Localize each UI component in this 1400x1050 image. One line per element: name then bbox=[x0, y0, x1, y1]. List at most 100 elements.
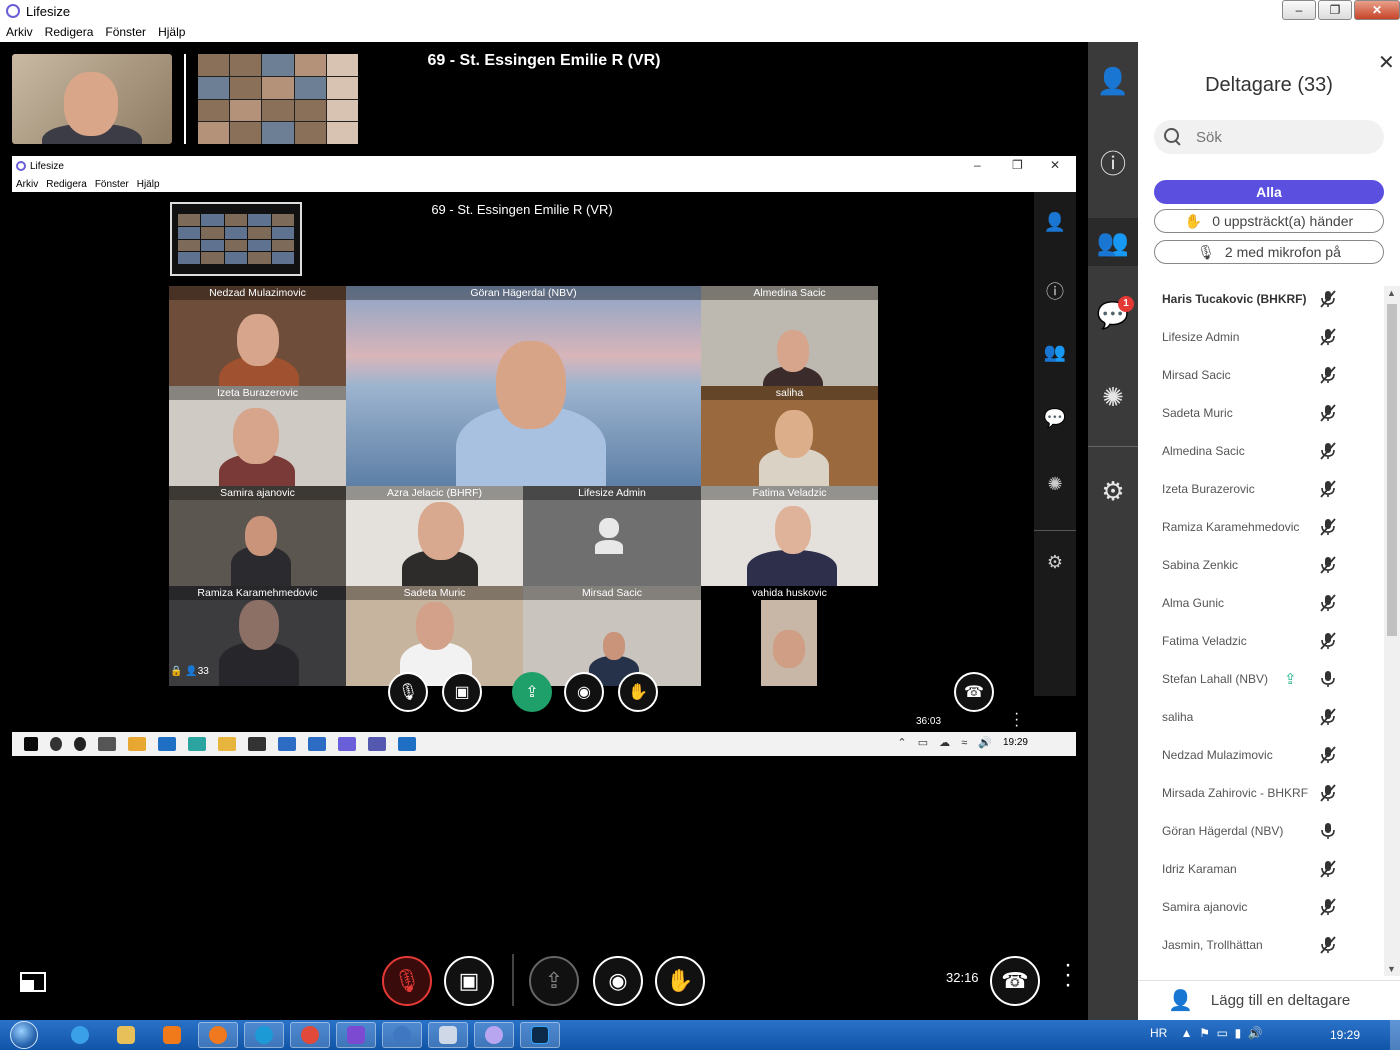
self-view[interactable] bbox=[12, 54, 172, 144]
mic-muted-icon[interactable] bbox=[1318, 403, 1338, 423]
effects-icon[interactable]: ✺ bbox=[1088, 382, 1138, 413]
shared-chrome-icon bbox=[128, 737, 146, 751]
video-tile[interactable]: saliha bbox=[701, 386, 878, 486]
close-panel-icon[interactable]: ✕ bbox=[1378, 50, 1395, 75]
mute-mic-button[interactable]: 🎙 bbox=[382, 956, 432, 1006]
participant-row[interactable]: Sadeta Muric bbox=[1138, 394, 1384, 432]
exit-fullscreen-icon[interactable] bbox=[20, 972, 46, 992]
mic-muted-icon[interactable] bbox=[1318, 859, 1338, 879]
taskbar-firefox[interactable] bbox=[198, 1022, 238, 1048]
taskbar-photoshop[interactable] bbox=[520, 1022, 560, 1048]
menu-fonster[interactable]: Fönster bbox=[105, 25, 146, 39]
participant-row[interactable]: Izeta Burazerovic bbox=[1138, 470, 1384, 508]
participant-row[interactable]: Fatima Veladzic bbox=[1138, 622, 1384, 660]
menu-hjalp[interactable]: Hjälp bbox=[158, 25, 185, 39]
participant-scrollbar[interactable]: ▲ ▼ bbox=[1384, 286, 1400, 976]
taskbar-save[interactable] bbox=[336, 1022, 376, 1048]
search-box[interactable] bbox=[1154, 120, 1384, 154]
minimize-button[interactable]: – bbox=[1282, 0, 1316, 20]
share-screen-button[interactable]: ⇪ bbox=[529, 956, 579, 1006]
participant-row[interactable]: saliha bbox=[1138, 698, 1384, 736]
video-tile-active-speaker[interactable]: Göran Hägerdal (NBV) bbox=[346, 286, 701, 486]
participant-row[interactable]: Jasmin, Trollhättan bbox=[1138, 926, 1384, 964]
filter-mic-on-button[interactable]: 🎙 2 med mikrofon på bbox=[1154, 240, 1384, 264]
camera-button[interactable]: ▣ bbox=[444, 956, 494, 1006]
taskbar-clock[interactable]: 19:29 bbox=[1330, 1028, 1360, 1042]
raise-hand-button[interactable]: ✋ bbox=[655, 956, 705, 1006]
participant-row[interactable]: Sabina Zenkic bbox=[1138, 546, 1384, 584]
start-button[interactable] bbox=[6, 1020, 42, 1050]
mic-muted-icon[interactable] bbox=[1318, 745, 1338, 765]
mic-muted-icon[interactable] bbox=[1318, 631, 1338, 651]
mic-muted-icon[interactable] bbox=[1318, 479, 1338, 499]
gallery-thumbnail[interactable] bbox=[198, 54, 358, 144]
participant-row[interactable]: Stefan Lahall (NBV) ⇪ bbox=[1138, 660, 1384, 698]
add-person-icon[interactable]: 👤 bbox=[1088, 66, 1138, 97]
participant-row[interactable]: Göran Hägerdal (NBV) bbox=[1138, 812, 1384, 850]
menu-redigera[interactable]: Redigera bbox=[45, 25, 94, 39]
menu-arkiv[interactable]: Arkiv bbox=[6, 25, 33, 39]
scroll-down-icon[interactable]: ▼ bbox=[1387, 964, 1396, 974]
record-button[interactable]: ◉ bbox=[593, 956, 643, 1006]
participant-row[interactable]: Haris Tucakovic (BHKRF) bbox=[1138, 280, 1384, 318]
taskbar-lifesize[interactable] bbox=[474, 1022, 514, 1048]
filter-all-button[interactable]: Alla bbox=[1154, 180, 1384, 204]
scroll-up-icon[interactable]: ▲ bbox=[1387, 288, 1396, 298]
filter-raised-hands-button[interactable]: ✋ 0 uppsträckt(a) händer bbox=[1154, 209, 1384, 233]
mic-muted-icon[interactable] bbox=[1318, 935, 1338, 955]
mic-muted-icon[interactable] bbox=[1318, 783, 1338, 803]
search-input[interactable] bbox=[1196, 128, 1366, 146]
video-tile[interactable]: Fatima Veladzic bbox=[701, 486, 878, 586]
maximize-button[interactable]: ❐ bbox=[1318, 0, 1352, 20]
shared-explorer-icon bbox=[218, 737, 236, 751]
taskbar-ie[interactable] bbox=[60, 1022, 100, 1048]
search-icon bbox=[1164, 128, 1182, 146]
video-tile[interactable]: Izeta Burazerovic bbox=[169, 386, 346, 486]
taskbar-media[interactable] bbox=[152, 1022, 192, 1048]
scrollbar-thumb[interactable] bbox=[1387, 304, 1397, 636]
participant-row[interactable]: Ramiza Karamehmedovic bbox=[1138, 508, 1384, 546]
video-tile[interactable]: Lifesize Admin bbox=[523, 486, 701, 586]
taskbar-edge[interactable] bbox=[244, 1022, 284, 1048]
mic-muted-icon[interactable] bbox=[1318, 897, 1338, 917]
taskbar-chrome[interactable] bbox=[290, 1022, 330, 1048]
taskbar-explorer[interactable] bbox=[106, 1022, 146, 1048]
mic-muted-icon[interactable] bbox=[1318, 365, 1338, 385]
participant-row[interactable]: Mirsada Zahirovic - BHKRF bbox=[1138, 774, 1384, 812]
video-tile[interactable]: Nedzad Mulazimovic bbox=[169, 286, 346, 398]
mic-muted-icon[interactable] bbox=[1318, 707, 1338, 727]
mic-muted-icon[interactable] bbox=[1318, 289, 1338, 309]
add-participant-button[interactable]: 👤 Lägg till en deltagare bbox=[1138, 980, 1400, 1020]
info-icon[interactable]: ⓘ bbox=[1088, 144, 1138, 181]
taskbar-notepad[interactable] bbox=[428, 1022, 468, 1048]
show-desktop-button[interactable] bbox=[1390, 1020, 1400, 1050]
video-tile[interactable]: Almedina Sacic bbox=[701, 286, 878, 398]
hang-up-button[interactable]: ☎ bbox=[990, 956, 1040, 1006]
participant-row[interactable]: Idriz Karaman bbox=[1138, 850, 1384, 888]
mic-muted-icon[interactable] bbox=[1318, 593, 1338, 613]
more-options-icon[interactable]: · · · bbox=[1064, 953, 1072, 997]
language-indicator[interactable]: HR bbox=[1150, 1026, 1167, 1040]
shared-hand-icon: ✋ bbox=[618, 672, 658, 712]
participant-row[interactable]: Almedina Sacic bbox=[1138, 432, 1384, 470]
video-tile[interactable]: Azra Jelacic (BHRF) bbox=[346, 486, 523, 586]
mic-muted-icon[interactable] bbox=[1318, 327, 1338, 347]
participant-row[interactable]: Lifesize Admin bbox=[1138, 318, 1384, 356]
participant-row[interactable]: Mirsad Sacic bbox=[1138, 356, 1384, 394]
close-window-button[interactable]: ✕ bbox=[1354, 0, 1400, 20]
participant-row[interactable]: Samira ajanovic bbox=[1138, 888, 1384, 926]
mic-muted-icon[interactable] bbox=[1318, 555, 1338, 575]
video-tile[interactable]: Samira ajanovic bbox=[169, 486, 346, 586]
mic-on-icon[interactable] bbox=[1318, 821, 1338, 841]
settings-icon[interactable]: ⚙ bbox=[1088, 476, 1138, 507]
mic-muted-icon[interactable] bbox=[1318, 441, 1338, 461]
mic-muted-icon[interactable] bbox=[1318, 517, 1338, 537]
participant-row[interactable]: Nedzad Mulazimovic bbox=[1138, 736, 1384, 774]
photoshop-icon bbox=[531, 1026, 549, 1044]
participant-row[interactable]: Alma Gunic bbox=[1138, 584, 1384, 622]
mic-on-icon[interactable] bbox=[1318, 669, 1338, 689]
chrome-icon bbox=[301, 1026, 319, 1044]
participant-name: Jasmin, Trollhättan bbox=[1162, 938, 1263, 952]
taskbar-app[interactable] bbox=[382, 1022, 422, 1048]
participants-icon[interactable]: 👥 bbox=[1088, 218, 1138, 266]
